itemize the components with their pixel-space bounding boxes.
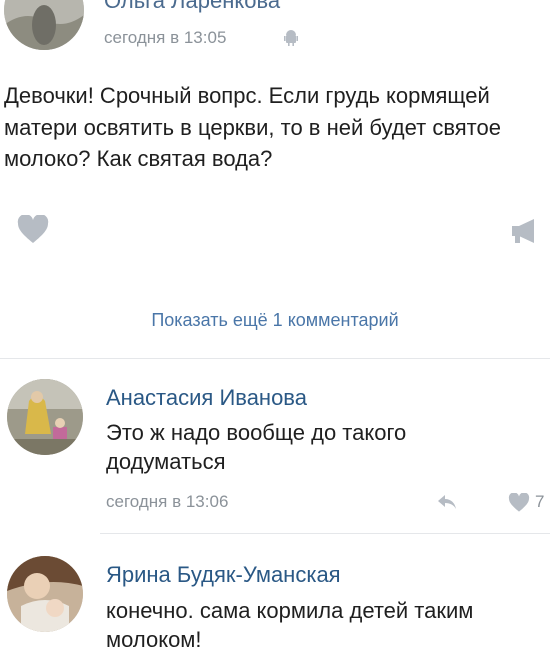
avatar-photo xyxy=(4,0,84,50)
comment-author-name[interactable]: Ярина Будяк-Уманская xyxy=(106,562,341,588)
comment-timestamp[interactable]: сегодня в 13:06 xyxy=(106,492,228,512)
reply-icon xyxy=(438,495,456,509)
avatar-photo xyxy=(7,556,83,632)
comment-text: Это ж надо вообще до такого додуматься xyxy=(106,420,407,474)
avatar-photo xyxy=(7,379,83,455)
comment-like-button[interactable] xyxy=(508,492,530,518)
post-share-button[interactable] xyxy=(510,218,538,249)
divider xyxy=(0,358,550,359)
post-timestamp[interactable]: сегодня в 13:05 xyxy=(104,28,226,48)
comment-author-avatar[interactable] xyxy=(7,556,83,632)
android-icon xyxy=(284,30,298,51)
comment-text: конечно. сама кормила детей таким молоко… xyxy=(106,598,474,652)
post-author-avatar[interactable] xyxy=(4,0,84,50)
post-author-name[interactable]: Ольга Ларенкова xyxy=(104,0,280,14)
reply-button[interactable] xyxy=(437,494,457,515)
heart-icon xyxy=(508,492,530,512)
show-more-comments-link[interactable]: Показать ещё 1 комментарий xyxy=(0,310,550,331)
post-text: Девочки! Срочный вопрс. Если грудь кормя… xyxy=(4,83,501,171)
comment-author-avatar[interactable] xyxy=(7,379,83,455)
megaphone-icon xyxy=(512,219,534,243)
divider xyxy=(100,533,550,534)
comment-like-count: 7 xyxy=(535,492,545,511)
post-like-button[interactable] xyxy=(17,214,49,250)
comment-author-name[interactable]: Анастасия Иванова xyxy=(106,385,307,411)
heart-icon xyxy=(17,214,49,243)
